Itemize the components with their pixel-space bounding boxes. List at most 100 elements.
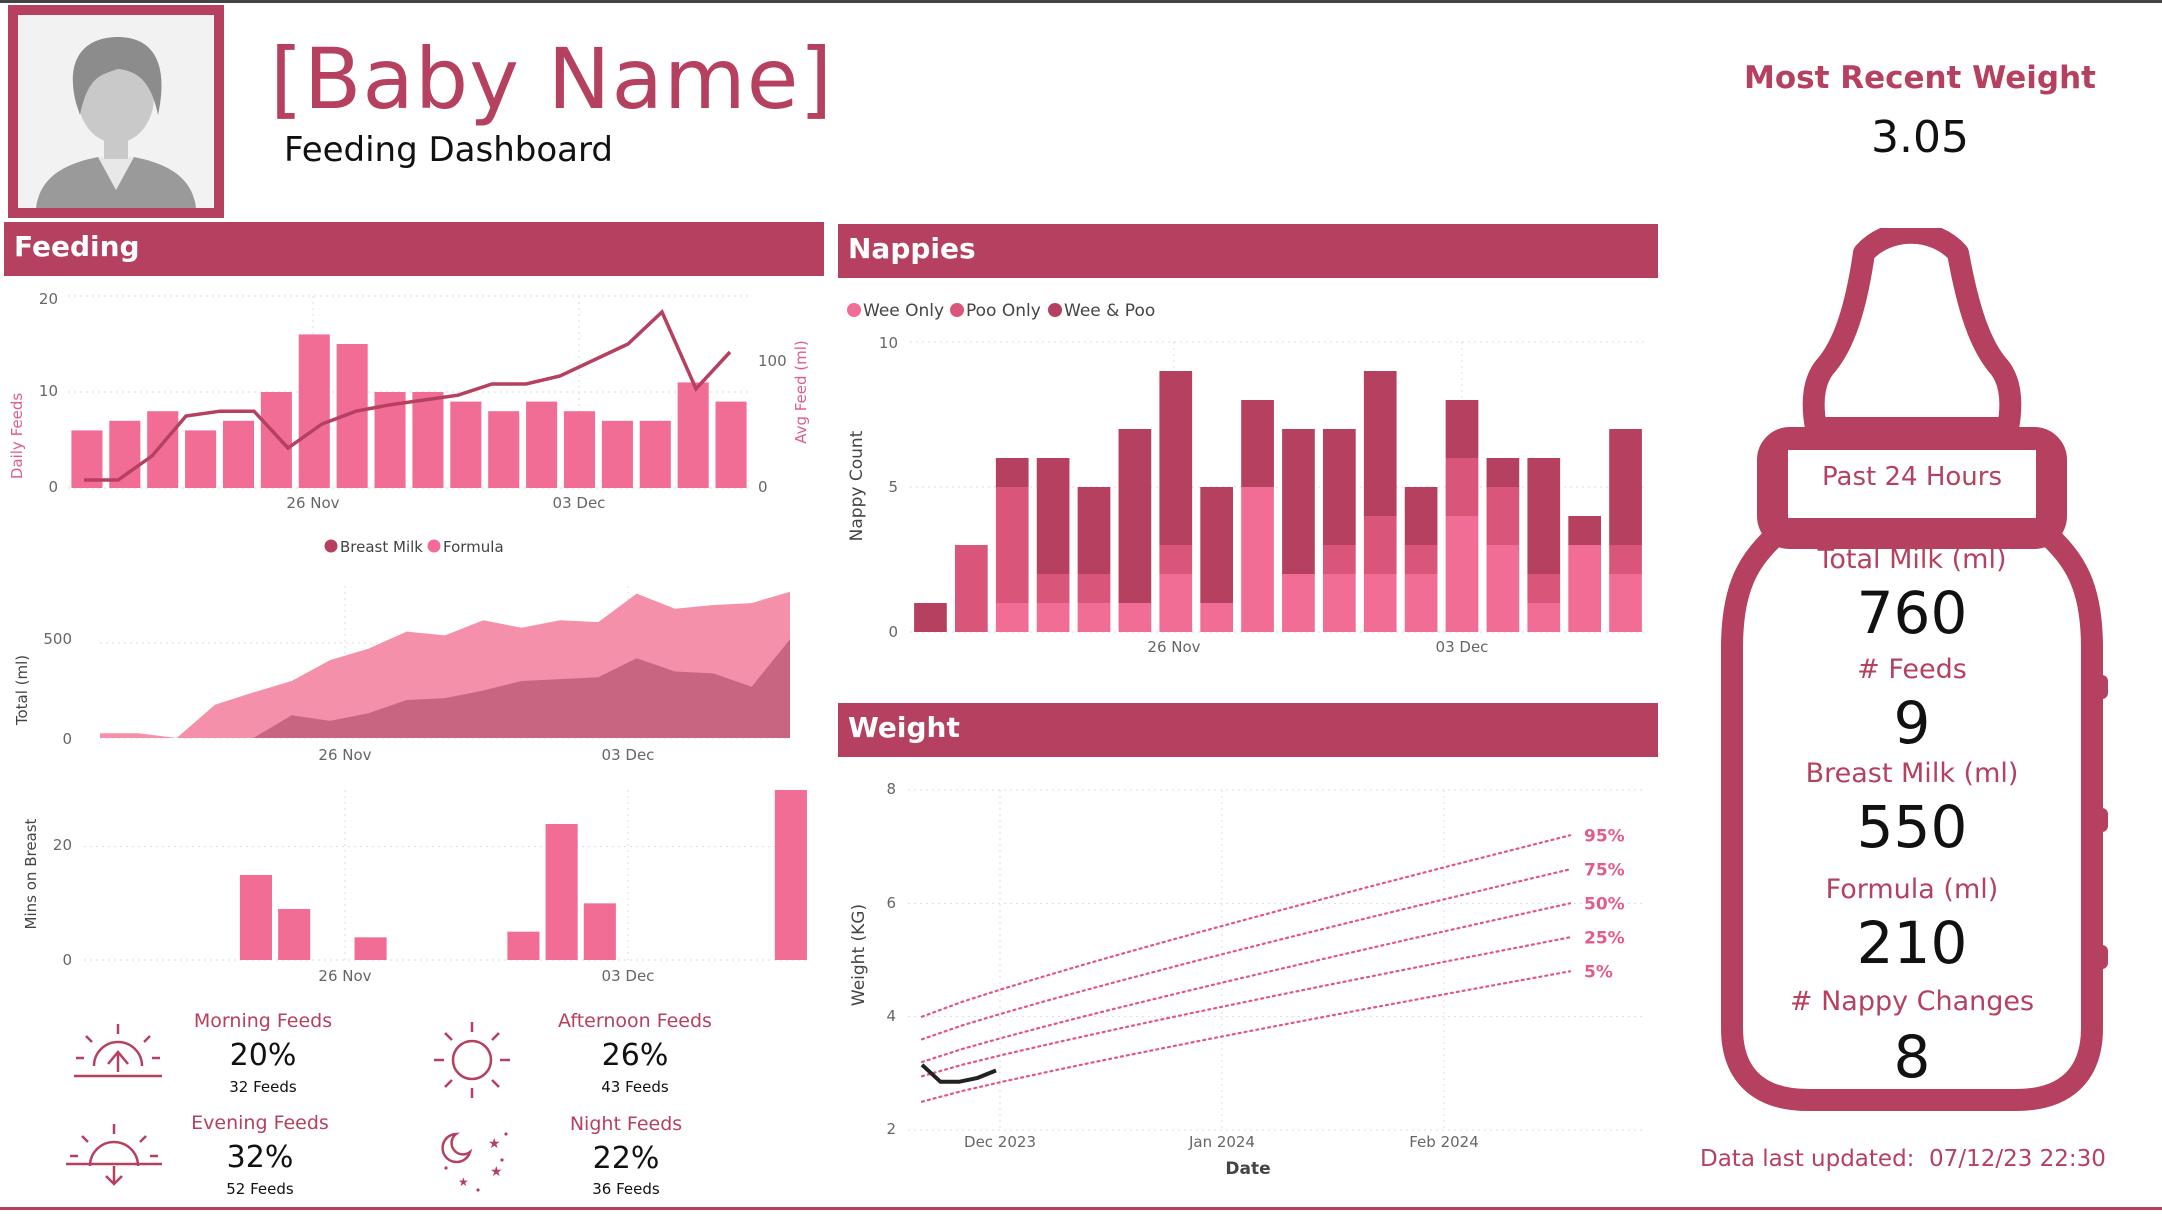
x-tick-label: 03 Dec — [602, 967, 655, 985]
x-tick-label: 26 Nov — [286, 494, 339, 512]
nappies-section-header: Nappies — [838, 224, 1658, 278]
total-milk-label: Total Milk (ml) — [1817, 544, 2007, 575]
updated-label: Data last updated: — [1700, 1146, 1915, 1172]
y-tick-10: 10 — [39, 382, 58, 400]
nappy-bar-segment — [1568, 516, 1602, 545]
x-tick-label: Jan 2024 — [1188, 1133, 1255, 1151]
y-tick-500: 500 — [43, 630, 72, 648]
y-tick-2: 2 — [886, 1120, 896, 1138]
y-tick-4: 4 — [886, 1007, 896, 1025]
percentile-label: 25% — [1584, 928, 1625, 948]
nappy-bar-segment — [1036, 603, 1070, 632]
afternoon-feeds-count: 43 Feeds — [601, 1078, 669, 1096]
nappy-changes-value: 8 — [1893, 1023, 1931, 1091]
nappy-bar-segment — [995, 603, 1029, 632]
night-feeds-count: 36 Feeds — [592, 1180, 660, 1198]
nappy-bar-segment — [1322, 429, 1356, 545]
total-milk-value: 760 — [1856, 579, 1968, 647]
nappy-bar-segment — [1118, 429, 1152, 603]
y-axis-title: Weight (KG) — [849, 904, 869, 1006]
y-tick-20: 20 — [39, 290, 58, 308]
daily-feed-bar — [109, 420, 141, 488]
y-axis-title: Daily Feeds — [8, 393, 26, 480]
nappy-bar-segment — [1609, 574, 1642, 632]
moon-stars-icon: ★ ★ ★ — [441, 1132, 508, 1192]
nappy-bar-segment — [1486, 458, 1520, 487]
nappy-bar-segment — [1036, 574, 1070, 603]
user-silhouette-icon — [18, 15, 214, 208]
percentile-line — [920, 936, 1572, 1078]
nappy-bar-segment — [1077, 574, 1111, 603]
top-divider — [0, 0, 2162, 3]
mins-bar — [507, 931, 540, 960]
y-axis-title: Nappy Count — [847, 430, 867, 541]
sun-icon — [434, 1022, 510, 1098]
daily-feed-bar — [677, 382, 709, 488]
x-tick-label: 26 Nov — [1147, 638, 1200, 656]
legend-formula-label: Formula — [443, 538, 504, 556]
nappy-bar-segment — [995, 458, 1029, 487]
svg-text:★: ★ — [458, 1175, 469, 1189]
data-last-updated: Data last updated: 07/12/23 22:30 — [1700, 1146, 2106, 1172]
daily-feed-bar — [601, 420, 633, 488]
daily-feed-bar — [147, 411, 179, 488]
percentile-label: 75% — [1584, 860, 1625, 880]
afternoon-feeds-title: Afternoon Feeds — [558, 1010, 712, 1032]
afternoon-feeds-pct: 26% — [601, 1038, 669, 1073]
dashboard-subtitle: Feeding Dashboard — [284, 130, 613, 170]
nappy-bar-segment — [1322, 545, 1356, 574]
percentile-label: 50% — [1584, 894, 1625, 914]
x-tick-label: 26 Nov — [318, 967, 371, 985]
x-tick-label: 26 Nov — [318, 746, 371, 764]
nappy-bar-segment — [1609, 545, 1642, 574]
nappy-bar-segment — [1282, 429, 1315, 574]
daily-feed-bar — [450, 401, 482, 488]
night-feeds-pct: 22% — [592, 1141, 660, 1176]
nappy-bar-segment — [1404, 574, 1438, 632]
x-tick-label: 03 Dec — [1436, 638, 1489, 656]
y-tick-0: 0 — [62, 951, 72, 969]
mins-bar — [774, 790, 807, 960]
y-axis-title: Total (ml) — [13, 655, 31, 726]
legend-weepoo-dot — [1048, 303, 1062, 317]
nappy-bar-segment — [1118, 603, 1152, 632]
evening-feeds-pct: 32% — [226, 1140, 294, 1175]
percentile-label: 5% — [1584, 962, 1613, 982]
y2-axis-title: Avg Feed (ml) — [792, 340, 810, 444]
legend-wee-label: Wee Only — [863, 301, 944, 321]
nappy-bar-segment — [1527, 574, 1561, 603]
nappy-bar-segment — [914, 603, 947, 632]
feeding-section-header: Feeding — [4, 222, 824, 276]
y-tick-6: 6 — [886, 894, 896, 912]
recent-weight-label: Most Recent Weight — [1743, 60, 2096, 96]
percentile-label: 95% — [1584, 826, 1625, 846]
nappy-bar-segment — [954, 545, 988, 632]
mins-on-breast-chart: 20 0 26 Nov 03 Dec Mins on Breast — [22, 790, 810, 985]
nappy-bar-segment — [1404, 545, 1438, 574]
y-tick-0: 0 — [62, 730, 72, 748]
nappy-bar-segment — [1445, 458, 1479, 516]
nappy-bar-segment — [1200, 603, 1234, 632]
nappy-bar-segment — [1159, 371, 1193, 545]
svg-text:★: ★ — [488, 1136, 501, 1152]
legend-wee-dot — [847, 303, 861, 317]
legend-poo-dot — [950, 303, 964, 317]
nappy-bar-segment — [1445, 516, 1479, 632]
nappy-bar-segment — [1077, 603, 1111, 632]
daily-feed-bar — [563, 411, 596, 488]
nappy-bar-segment — [1159, 574, 1193, 632]
formula-label: Formula (ml) — [1825, 874, 1999, 905]
legend-poo-label: Poo Only — [966, 301, 1041, 321]
daily-feed-bar — [185, 430, 217, 488]
x-axis-title: Date — [1225, 1159, 1270, 1179]
x-tick-label: Feb 2024 — [1409, 1133, 1479, 1151]
breast-milk-value: 550 — [1856, 793, 1968, 861]
bottom-divider — [0, 1207, 2162, 1210]
sunset-icon — [66, 1124, 162, 1186]
weight-chart: 95% 75% 50% 25% 5% 8 6 4 2 Dec 2023 Jan 2024… — [849, 780, 1646, 1179]
daily-feed-bar — [639, 420, 671, 488]
daily-feed-bar — [260, 392, 292, 488]
morning-feeds-count: 32 Feeds — [229, 1078, 297, 1096]
nappy-bar-segment — [1568, 545, 1602, 632]
baby-name-title: [Baby Name] — [270, 30, 834, 128]
